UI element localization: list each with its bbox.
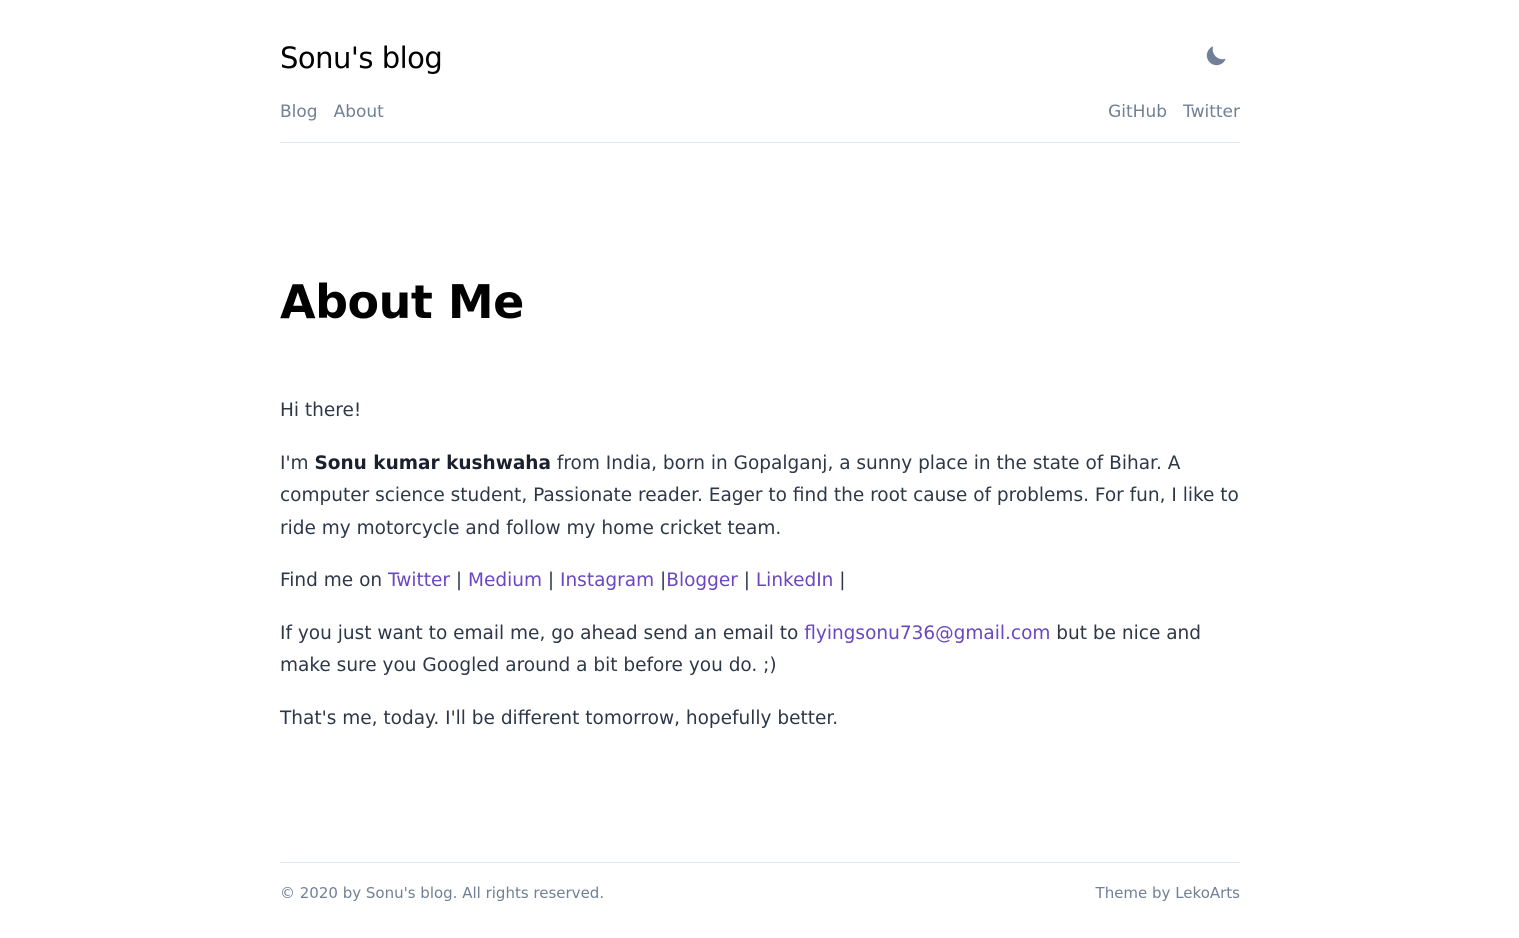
email-paragraph: If you just want to email me, go ahead s… — [280, 618, 1240, 683]
find-me-prefix: Find me on — [280, 570, 388, 591]
site-title[interactable]: Sonu's blog — [280, 38, 443, 78]
greeting-paragraph: Hi there! — [280, 400, 362, 421]
link-separator: | — [542, 570, 560, 591]
twitter-link[interactable]: Twitter — [388, 570, 450, 591]
author-name: Sonu kumar kushwaha — [314, 452, 551, 474]
footer-theme-credit: Theme by LekoArts — [1096, 882, 1240, 904]
nav-left: Blog About — [280, 99, 384, 125]
nav-link-twitter[interactable]: Twitter — [1183, 99, 1240, 125]
blogger-link[interactable]: Blogger — [666, 570, 738, 591]
email-link[interactable]: flyingsonu736@gmail.com — [804, 623, 1050, 644]
medium-link[interactable]: Medium — [468, 570, 542, 591]
link-separator: | — [654, 570, 667, 591]
linkedin-link[interactable]: LinkedIn — [756, 570, 834, 591]
link-separator: | — [737, 570, 756, 591]
intro-paragraph: I'm Sonu kumar kushwaha from India, born… — [280, 448, 1240, 546]
theme-credit-prefix: Theme by — [1095, 884, 1176, 902]
intro-prefix: I'm — [280, 452, 315, 474]
nav-link-about[interactable]: About — [334, 99, 384, 125]
email-prefix: If you just want to email me, go ahead s… — [280, 622, 805, 644]
nav-link-blog[interactable]: Blog — [280, 99, 318, 125]
header-divider — [280, 142, 1240, 143]
find-me-paragraph: Find me on Twitter | Medium | Instagram … — [280, 565, 1240, 598]
instagram-link[interactable]: Instagram — [560, 570, 654, 591]
main-nav: Blog About GitHub Twitter — [280, 99, 1240, 125]
page-heading: About Me — [280, 275, 524, 329]
theme-toggle-button[interactable] — [1200, 40, 1232, 72]
link-separator: | — [833, 570, 846, 591]
footer-copyright: © 2020 by Sonu's blog. All rights reserv… — [280, 884, 605, 902]
about-content: Hi there! I'm Sonu kumar kushwaha from I… — [280, 395, 1240, 755]
moon-icon — [1206, 46, 1226, 66]
footer-divider — [280, 862, 1240, 863]
closing-paragraph: That's me, today. I'll be different tomo… — [280, 707, 839, 729]
link-separator: | — [450, 570, 469, 591]
nav-link-github[interactable]: GitHub — [1108, 99, 1167, 125]
page-container: Sonu's blog Blog About GitHub Twitter Ab… — [280, 0, 1240, 938]
nav-right: GitHub Twitter — [1108, 99, 1240, 125]
theme-author-link[interactable]: LekoArts — [1175, 884, 1240, 902]
